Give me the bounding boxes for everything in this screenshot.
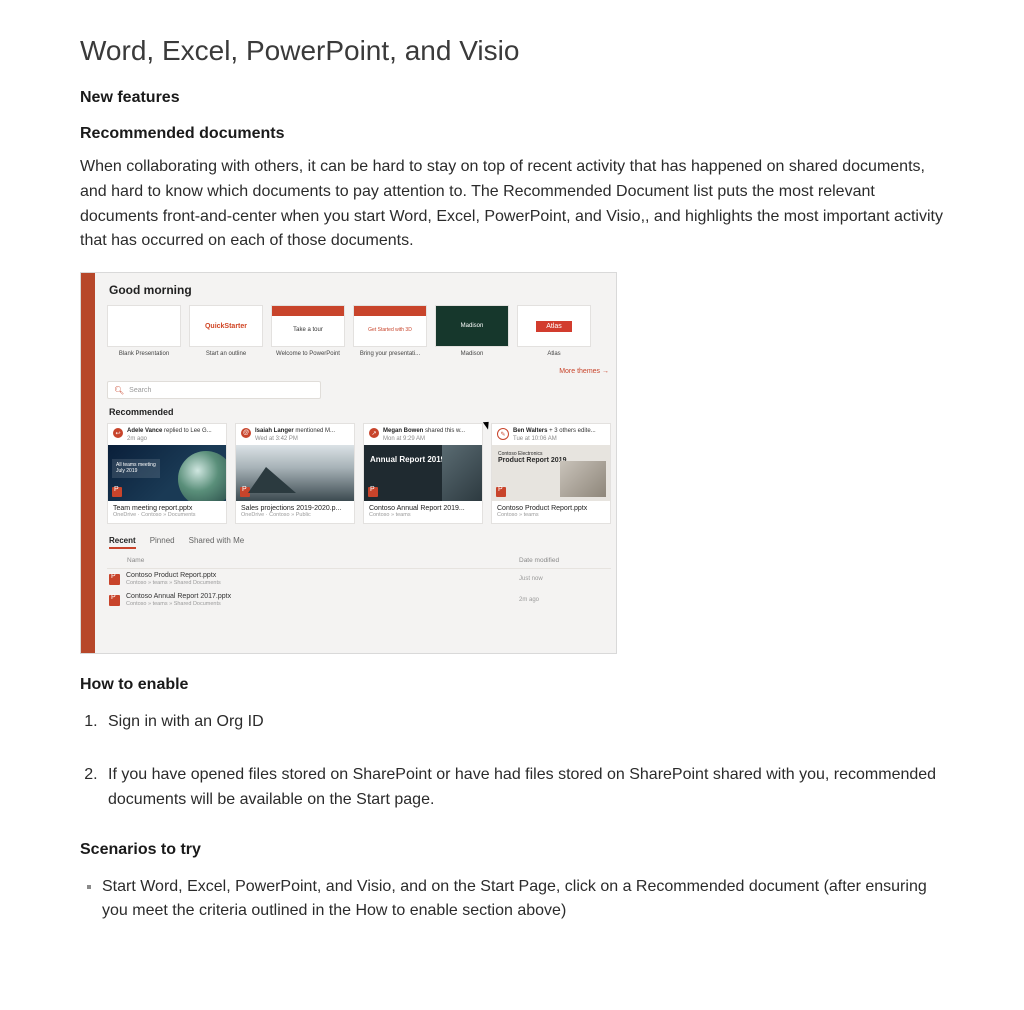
scenarios-list: Start Word, Excel, PowerPoint, and Visio… bbox=[80, 875, 944, 925]
tab-recent[interactable]: Recent bbox=[109, 536, 136, 549]
heading-recommended-documents: Recommended documents bbox=[80, 125, 944, 143]
file-table-header: NameDate modified bbox=[107, 553, 611, 569]
page-title: Word, Excel, PowerPoint, and Visio bbox=[80, 35, 944, 67]
search-placeholder: Search bbox=[129, 387, 151, 394]
recommended-row: ↩ Adele Vance replied to Lee G...2m ago … bbox=[107, 423, 611, 523]
mention-icon: @ bbox=[241, 428, 251, 438]
share-icon: ↗ bbox=[369, 428, 379, 438]
reply-icon: ↩ bbox=[113, 428, 123, 438]
template-atlas[interactable]: Atlas Atlas bbox=[517, 305, 591, 358]
powerpoint-icon bbox=[112, 487, 122, 497]
heading-scenarios: Scenarios to try bbox=[80, 841, 944, 859]
template-gallery: Blank Presentation QuickStarter Start an… bbox=[107, 305, 611, 358]
step-item: If you have opened files stored on Share… bbox=[102, 763, 944, 813]
edit-icon: ✎ bbox=[497, 428, 509, 440]
tab-pinned[interactable]: Pinned bbox=[150, 536, 175, 549]
recommended-heading: Recommended bbox=[109, 407, 611, 417]
template-blank[interactable]: Blank Presentation bbox=[107, 305, 181, 358]
intro-paragraph: When collaborating with others, it can b… bbox=[80, 155, 944, 254]
powerpoint-icon bbox=[496, 487, 506, 497]
heading-how-to-enable: How to enable bbox=[80, 676, 944, 694]
recommended-card[interactable]: ↗ Megan Bowen shared this w...Mon at 9:2… bbox=[363, 423, 483, 523]
template-madison[interactable]: Madison Madison bbox=[435, 305, 509, 358]
powerpoint-icon bbox=[109, 574, 120, 585]
enable-steps: Sign in with an Org ID If you have opene… bbox=[80, 710, 944, 812]
recommended-card[interactable]: ↩ Adele Vance replied to Lee G...2m ago … bbox=[107, 423, 227, 523]
search-input[interactable]: 🔍︎ Search bbox=[107, 381, 321, 399]
app-nav-rail bbox=[81, 273, 95, 653]
powerpoint-start-screenshot: Good morning Blank Presentation QuickSta… bbox=[80, 272, 617, 654]
template-quickstarter[interactable]: QuickStarter Start an outline bbox=[189, 305, 263, 358]
step-item: Sign in with an Org ID bbox=[102, 710, 944, 735]
powerpoint-icon bbox=[109, 595, 120, 606]
file-list-tabs: Recent Pinned Shared with Me bbox=[109, 536, 611, 549]
more-themes-link[interactable]: More themes → bbox=[107, 368, 609, 375]
heading-new-features: New features bbox=[80, 89, 944, 107]
file-row[interactable]: Contoso Annual Report 2017.pptxContoso »… bbox=[107, 590, 611, 611]
powerpoint-icon bbox=[368, 487, 378, 497]
greeting-text: Good morning bbox=[109, 283, 611, 297]
search-icon: 🔍︎ bbox=[114, 386, 124, 395]
powerpoint-icon bbox=[240, 487, 250, 497]
scenario-item: Start Word, Excel, PowerPoint, and Visio… bbox=[102, 875, 944, 925]
template-3d[interactable]: Get Started with 3D Bring your presentat… bbox=[353, 305, 427, 358]
recommended-card[interactable]: ✎ Ben Walters + 3 others edite...Tue at … bbox=[491, 423, 611, 523]
recommended-card[interactable]: @ Isaiah Langer mentioned M...Wed at 3:4… bbox=[235, 423, 355, 523]
file-row[interactable]: Contoso Product Report.pptxContoso » tea… bbox=[107, 569, 611, 590]
template-welcome[interactable]: Take a tour Welcome to PowerPoint bbox=[271, 305, 345, 358]
tab-shared[interactable]: Shared with Me bbox=[189, 536, 245, 549]
